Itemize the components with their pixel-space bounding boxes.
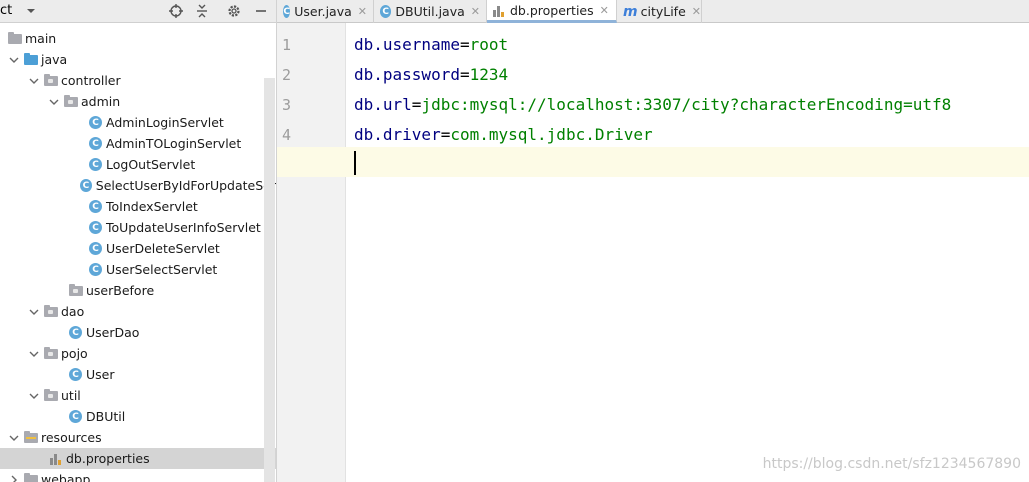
source-folder-icon — [24, 52, 38, 65]
class-icon: C — [69, 368, 82, 381]
tree-item-class[interactable]: C User — [0, 364, 276, 385]
package-icon — [44, 388, 58, 401]
chevron-down-icon[interactable] — [8, 432, 20, 444]
tree-item-webapp[interactable]: webapp — [0, 469, 276, 482]
chevron-down-icon[interactable] — [28, 306, 40, 318]
close-icon[interactable]: ✕ — [692, 5, 701, 18]
chevron-down-icon[interactable] — [28, 75, 40, 87]
tree-item-class[interactable]: C UserDao — [0, 322, 276, 343]
class-icon: C — [80, 179, 92, 192]
tree-item-java[interactable]: java — [0, 49, 276, 70]
code-line[interactable]: db.username=root — [354, 30, 508, 60]
locate-icon[interactable] — [167, 2, 185, 20]
chevron-down-icon[interactable] — [48, 96, 60, 108]
line-number: 3 — [281, 96, 291, 114]
tree-item-pojo[interactable]: pojo — [0, 343, 276, 364]
tree-item-dao[interactable]: dao — [0, 301, 276, 322]
minimize-icon[interactable] — [252, 2, 270, 20]
tree-item-util[interactable]: util — [0, 385, 276, 406]
tree-item-db-properties[interactable]: db.properties — [0, 448, 276, 469]
chevron-down-icon[interactable] — [22, 2, 40, 20]
tree-item-class[interactable]: C ToIndexServlet — [0, 196, 276, 217]
class-icon: C — [69, 326, 82, 339]
watermark: https://blog.csdn.net/sfz1234567890 — [762, 456, 1021, 472]
collapse-all-icon[interactable] — [193, 2, 211, 20]
folder-icon — [24, 472, 38, 482]
line-number-gutter: 1 2 3 4 5 — [277, 23, 346, 482]
tree-item-admin[interactable]: admin — [0, 91, 276, 112]
current-line-highlight — [277, 147, 1029, 177]
tree-item-resources[interactable]: resources — [0, 427, 276, 448]
close-icon[interactable]: ✕ — [600, 4, 609, 17]
resources-folder-icon — [24, 430, 38, 443]
tree-item-class[interactable]: C AdminLoginServlet — [0, 112, 276, 133]
tree-item-class[interactable]: C LogOutServlet — [0, 154, 276, 175]
chevron-down-icon[interactable] — [8, 54, 20, 66]
class-icon: C — [89, 242, 102, 255]
tree-item-controller[interactable]: controller — [0, 70, 276, 91]
close-icon[interactable]: ✕ — [471, 5, 480, 18]
project-panel: ect main java — [0, 0, 277, 482]
package-icon — [44, 346, 58, 359]
panel-title[interactable]: ect — [0, 3, 12, 18]
tab-user-java[interactable]: C User.java ✕ — [277, 0, 374, 23]
line-number: 2 — [281, 66, 291, 84]
class-icon: C — [89, 200, 102, 213]
code-editor[interactable]: db.username=root db.password=1234 db.url… — [277, 23, 1029, 482]
class-icon: C — [89, 158, 102, 171]
code-line[interactable]: db.driver=com.mysql.jdbc.Driver — [354, 120, 653, 150]
tree-item-userbefore[interactable]: userBefore — [0, 280, 276, 301]
tree-item-class[interactable]: C DBUtil — [0, 406, 276, 427]
package-icon — [64, 94, 78, 107]
package-icon — [44, 73, 58, 86]
tab-dbutil-java[interactable]: C DBUtil.java ✕ — [374, 0, 487, 23]
class-icon: C — [89, 137, 102, 150]
tree-item-main[interactable]: main — [0, 28, 276, 49]
class-icon: C — [380, 5, 392, 18]
tab-citylife[interactable]: m cityLife ✕ — [617, 0, 702, 23]
tree-scrollbar[interactable] — [264, 78, 275, 482]
properties-icon — [493, 4, 506, 17]
code-line[interactable]: db.password=1234 — [354, 60, 508, 90]
package-icon — [69, 283, 83, 296]
class-icon: C — [89, 263, 102, 276]
properties-file-icon — [50, 452, 63, 465]
text-caret — [354, 151, 356, 175]
class-icon: C — [89, 221, 102, 234]
class-icon: C — [69, 410, 82, 423]
line-number: 4 — [281, 126, 291, 144]
tree-item-class[interactable]: C AdminTOLoginServlet — [0, 133, 276, 154]
chevron-right-icon[interactable] — [8, 474, 20, 482]
code-line[interactable]: db.url=jdbc:mysql://localhost:3307/city?… — [354, 90, 951, 120]
class-icon: C — [283, 5, 291, 18]
maven-icon: m — [623, 3, 638, 20]
chevron-down-icon[interactable] — [28, 348, 40, 360]
folder-icon — [8, 31, 22, 44]
tree-item-class[interactable]: C SelectUserByIdForUpdateSer — [0, 175, 276, 196]
editor-tab-bar: C User.java ✕ C DBUtil.java ✕ db.propert… — [277, 0, 1029, 23]
tree-item-class[interactable]: C UserDeleteServlet — [0, 238, 276, 259]
tab-db-properties[interactable]: db.properties ✕ — [487, 0, 617, 23]
package-icon — [44, 304, 58, 317]
line-number: 1 — [281, 36, 291, 54]
close-icon[interactable]: ✕ — [358, 5, 367, 18]
project-panel-header: ect — [0, 0, 276, 23]
chevron-down-icon[interactable] — [28, 390, 40, 402]
class-icon: C — [89, 116, 102, 129]
gear-icon[interactable] — [225, 2, 243, 20]
project-tree: main java controller admin C AdminLoginS… — [0, 24, 276, 482]
tree-item-class[interactable]: C ToUpdateUserInfoServlet — [0, 217, 276, 238]
tree-item-class[interactable]: C UserSelectServlet — [0, 259, 276, 280]
